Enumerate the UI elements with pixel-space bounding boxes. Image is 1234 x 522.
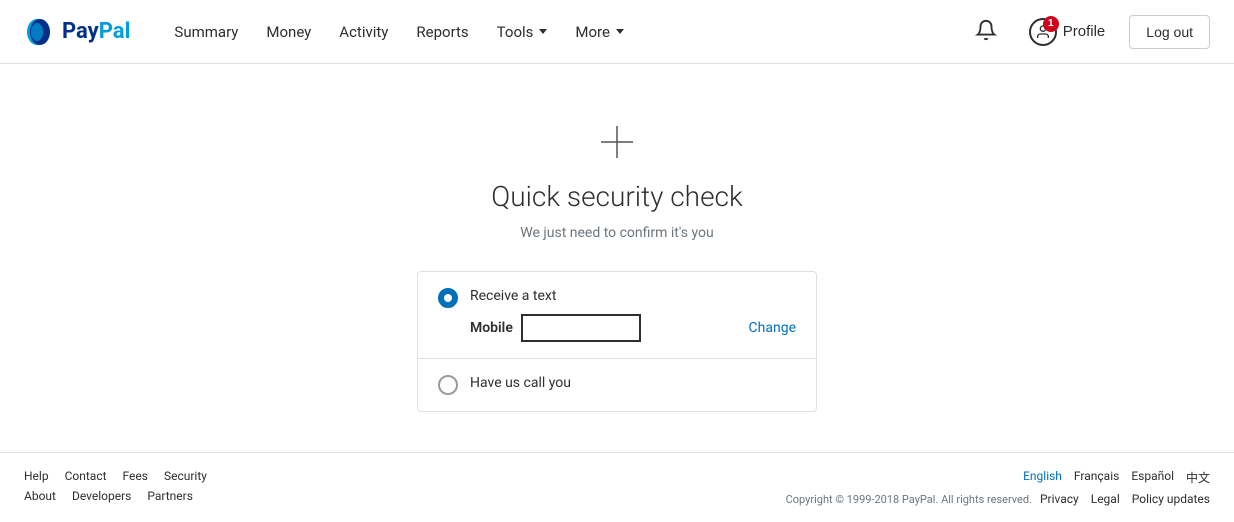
footer-left: Help Contact Fees Security About Develop… [24, 469, 207, 503]
paypal-logo-icon [24, 16, 56, 48]
receive-text-option: Receive a text Mobile Change [418, 272, 816, 359]
nav-links: Summary Money Activity Reports Tools Mor… [162, 15, 966, 49]
footer-link-policy-updates[interactable]: Policy updates [1132, 492, 1210, 506]
receive-text-label: Receive a text [470, 288, 796, 304]
page-title: Quick security check [491, 180, 742, 213]
footer-link-privacy[interactable]: Privacy [1040, 492, 1079, 506]
footer-link-fees[interactable]: Fees [123, 469, 148, 483]
notifications-button[interactable] [967, 11, 1005, 52]
call-you-label: Have us call you [470, 375, 796, 391]
lang-chinese[interactable]: 中文 [1186, 469, 1210, 486]
receive-text-radio[interactable] [438, 288, 458, 308]
logout-button[interactable]: Log out [1129, 15, 1210, 49]
call-you-option: Have us call you [418, 359, 816, 411]
lang-francais[interactable]: Français [1074, 469, 1119, 486]
footer-copyright: Copyright © 1999-2018 PayPal. All rights… [786, 493, 1032, 506]
mobile-row: Mobile Change [470, 314, 796, 342]
lang-espanol[interactable]: Español [1131, 469, 1174, 486]
call-you-content: Have us call you [470, 375, 796, 391]
nav-item-activity[interactable]: Activity [327, 15, 400, 49]
footer-link-legal[interactable]: Legal [1091, 492, 1120, 506]
nav-item-reports[interactable]: Reports [404, 15, 480, 49]
lang-english[interactable]: English [1023, 469, 1062, 486]
paypal-logo: PayPal [24, 16, 130, 48]
footer-link-security[interactable]: Security [164, 469, 207, 483]
nav-item-tools[interactable]: Tools [485, 15, 560, 49]
footer-link-about[interactable]: About [24, 489, 56, 503]
nav-item-more[interactable]: More [563, 15, 636, 49]
notification-badge: 1 [1043, 16, 1059, 32]
tools-chevron-icon [539, 29, 547, 34]
nav-item-money[interactable]: Money [254, 15, 323, 49]
footer-link-developers[interactable]: Developers [72, 489, 131, 503]
footer-links-row1: Help Contact Fees Security [24, 469, 207, 483]
nav-item-summary[interactable]: Summary [162, 15, 250, 49]
bell-icon [975, 19, 997, 41]
footer-language-row: English Français Español 中文 [1023, 469, 1210, 486]
footer-link-help[interactable]: Help [24, 469, 49, 483]
crosshair-icon [599, 124, 635, 160]
mobile-input[interactable] [521, 314, 641, 342]
main-content: Quick security check We just need to con… [0, 64, 1234, 452]
footer-link-partners[interactable]: Partners [147, 489, 193, 503]
paypal-logo-text: PayPal [62, 19, 130, 44]
mobile-input-wrapper: Mobile [470, 314, 641, 342]
navbar: PayPal Summary Money Activity Reports To… [0, 0, 1234, 64]
footer-links-row2: About Developers Partners [24, 489, 207, 503]
change-link[interactable]: Change [749, 320, 796, 336]
nav-right: 1 Profile Log out [967, 10, 1210, 54]
page-subtitle: We just need to confirm it's you [520, 225, 713, 241]
footer-link-contact[interactable]: Contact [65, 469, 107, 483]
footer-policy-row: Privacy Legal Policy updates [1040, 492, 1210, 506]
call-you-radio[interactable] [438, 375, 458, 395]
security-card: Receive a text Mobile Change Have us cal… [417, 271, 817, 412]
logo-area[interactable]: PayPal [24, 16, 130, 48]
profile-label: Profile [1063, 23, 1106, 40]
profile-button[interactable]: 1 Profile [1021, 10, 1114, 54]
more-chevron-icon [616, 29, 624, 34]
footer-right: English Français Español 中文 Copyright © … [786, 469, 1210, 506]
receive-text-content: Receive a text Mobile Change [470, 288, 796, 342]
profile-icon: 1 [1029, 18, 1057, 46]
footer: Help Contact Fees Security About Develop… [0, 452, 1234, 522]
mobile-label: Mobile [470, 320, 513, 336]
